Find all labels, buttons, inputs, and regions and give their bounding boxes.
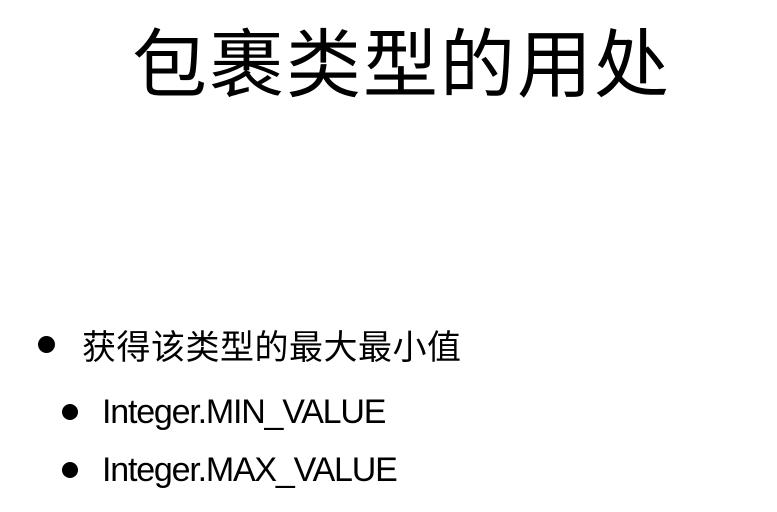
- sub-bullet-text: Integer.MAX_VALUE: [102, 450, 398, 489]
- bullet-dot-icon: [62, 462, 78, 478]
- bullet-list: 获得该类型的最大最小值 Integer.MIN_VALUE Integer.MA…: [0, 0, 777, 512]
- bullet-item: 获得该类型的最大最小值: [38, 320, 462, 368]
- bullet-dot-icon: [62, 404, 78, 420]
- bullet-dot-icon: [38, 335, 55, 353]
- sub-bullet-item: Integer.MIN_VALUE: [62, 390, 386, 434]
- sub-bullet-text: Integer.MIN_VALUE: [102, 392, 386, 431]
- sub-bullet-item: Integer.MAX_VALUE: [62, 448, 398, 492]
- bullet-text: 获得该类型的最大最小值: [82, 327, 462, 368]
